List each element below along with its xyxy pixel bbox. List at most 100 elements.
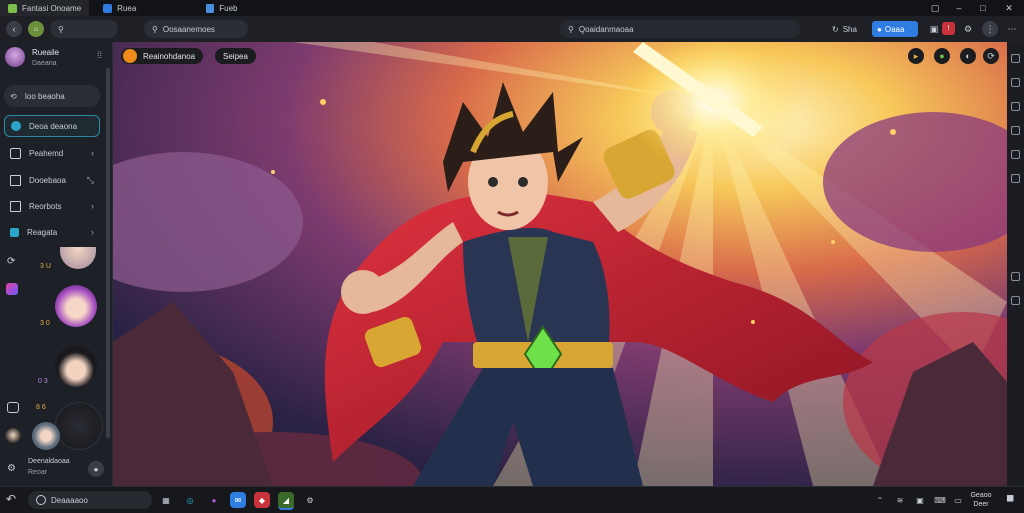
primary-button[interactable]: ● Oaaa	[872, 21, 918, 37]
media-icon[interactable]: ●	[206, 492, 222, 508]
brand-icon	[123, 49, 137, 63]
grid-icon[interactable]: ▦	[158, 492, 174, 508]
share-label: Sha	[842, 24, 857, 34]
compass-icon	[11, 121, 21, 131]
sidebar-item-square[interactable]: Dooebaoa ⤡	[4, 169, 100, 191]
title-bar: Fantasi Onoame Ruea Fueb ▢ – □ ✕	[0, 0, 1024, 16]
main-canvas: Reainohdanoa Seipea ▸ ● ◐ ⟳	[113, 42, 1007, 486]
search-icon: ⚲	[152, 24, 158, 34]
gallery-avatar[interactable]	[55, 285, 97, 327]
refresh-icon[interactable]: ⟳	[983, 48, 999, 64]
avatar[interactable]	[5, 47, 25, 67]
sidebar-search[interactable]: ⟲ Ioo beaoha	[4, 85, 100, 107]
settings-icon[interactable]: ⚙	[302, 492, 318, 508]
panel-icon[interactable]	[1011, 126, 1020, 135]
square-icon	[10, 174, 21, 186]
more-icon[interactable]: ⋯	[1004, 21, 1020, 37]
minimize-icon[interactable]: –	[948, 0, 970, 16]
chevron-right-icon: ›	[91, 148, 94, 158]
share-button[interactable]: ↻ Sha	[832, 22, 857, 36]
alert-icon[interactable]: !	[942, 22, 955, 35]
panel-icon[interactable]	[1011, 102, 1020, 111]
home-icon[interactable]: ⌂	[28, 21, 44, 37]
gallery-avatar[interactable]	[32, 422, 60, 450]
taskbar: ↶ Deaaaaoo ▦ ◎ ● ✉ ◆ ◢ ⚙ ⌃ ≋ ▣ ⌨ ▭ Geaoo…	[0, 486, 1024, 513]
scrollbar[interactable]	[106, 68, 110, 438]
book-icon	[10, 200, 21, 212]
grid-icon[interactable]: ⁞⁞	[97, 50, 102, 60]
collapse-button[interactable]: ●	[88, 461, 104, 477]
lock-icon: ⚲	[568, 24, 574, 34]
tab-label: Fantasi Onoame	[22, 3, 82, 13]
maximize-icon[interactable]: □	[972, 0, 994, 16]
gallery-caption: 3 U	[40, 263, 51, 270]
app-active-icon[interactable]: ◢	[278, 492, 294, 510]
profile-name: Rueaile	[32, 48, 60, 57]
status-chip[interactable]: Seipea	[215, 48, 256, 64]
search-icon	[36, 495, 46, 505]
tab-fueb[interactable]: Fueb	[198, 0, 245, 16]
quick-search[interactable]: ⚲	[50, 20, 118, 38]
sync-icon[interactable]: ⟳	[7, 256, 15, 267]
address-bar[interactable]: ⚲ Qoaidanmaoaa	[560, 20, 800, 38]
status-chip-label: Seipea	[223, 51, 248, 61]
chevron-up-icon[interactable]: ⌃	[872, 492, 888, 508]
panel-icon[interactable]	[1011, 272, 1020, 281]
panel-icon[interactable]	[1011, 150, 1020, 159]
taskbar-search-label: Deaaaaoo	[51, 495, 88, 505]
clock[interactable]: Geaoo Deer	[964, 491, 998, 509]
sidebar-item-calendar[interactable]: Peahemd ›	[4, 142, 100, 164]
sidebar: Rueaile Daeana ⁞⁞ ⟲ Ioo beaoha Deoa deao…	[0, 42, 113, 486]
back-icon[interactable]: ‹	[6, 21, 22, 37]
mail-icon[interactable]: ✉	[230, 492, 246, 508]
panel-icon[interactable]	[1011, 54, 1020, 63]
notification-icon[interactable]: ◼	[1006, 493, 1014, 504]
volume-icon[interactable]: ▣	[912, 492, 928, 508]
sidebar-item-label: Peahemd	[29, 148, 64, 158]
sidebar-item-book[interactable]: Reorbots ›	[4, 195, 100, 217]
pin-icon[interactable]: ▢	[924, 0, 946, 16]
palette-icon[interactable]	[6, 283, 18, 295]
taskbar-search[interactable]: Deaaaaoo	[28, 491, 152, 509]
panel-icon[interactable]	[1011, 174, 1020, 183]
gallery-caption: 0 3	[38, 378, 48, 385]
gallery-avatar[interactable]	[55, 345, 97, 387]
play-icon[interactable]: ▸	[908, 48, 924, 64]
panel-icon[interactable]	[1011, 296, 1020, 305]
close-icon[interactable]: ✕	[998, 0, 1020, 16]
panel-icon[interactable]	[1011, 78, 1020, 87]
gallery-avatar[interactable]	[60, 247, 96, 269]
content-chip[interactable]: Reainohdanoa	[121, 48, 204, 64]
sidebar-item-label: Deoa deaona	[29, 121, 78, 131]
footer-title: Deenaldaoaa	[28, 458, 70, 465]
leaf-icon[interactable]: ●	[934, 48, 950, 64]
shield-icon[interactable]: ◆	[254, 492, 270, 508]
chat-icon[interactable]	[7, 402, 19, 413]
gallery-avatar[interactable]	[55, 402, 103, 450]
keyboard-icon[interactable]: ⌨	[932, 492, 948, 508]
clock-time: Geaoo	[970, 492, 992, 499]
clock-date: Deer	[973, 501, 989, 508]
search-input-value: Oosaanemoes	[162, 24, 215, 34]
sidebar-item-discover[interactable]: Deoa deaona	[4, 115, 100, 137]
sidebar-item-label: Dooebaoa	[29, 175, 66, 185]
sidebar-item-leaf[interactable]: Reagata ›	[4, 221, 100, 243]
tab-ruea[interactable]: Ruea	[95, 0, 144, 16]
tab-app[interactable]: Fantasi Onoame	[0, 0, 90, 16]
settings-icon[interactable]: ⚙	[7, 463, 16, 474]
back-icon[interactable]: ↶	[6, 492, 16, 506]
avatar-small[interactable]	[5, 428, 21, 444]
search-input[interactable]: ⚲ Oosaanemoes	[144, 20, 248, 38]
gallery-caption: 3 0	[40, 320, 50, 327]
dot-icon[interactable]: ◐	[960, 48, 976, 64]
notification-icon[interactable]: ▣	[926, 21, 942, 37]
browser-icon[interactable]: ◎	[182, 492, 198, 508]
search-icon: ⟲	[10, 91, 17, 101]
wifi-icon[interactable]: ≋	[892, 492, 908, 508]
tab-label: Fueb	[219, 3, 238, 13]
settings-icon[interactable]: ⚙	[960, 21, 976, 37]
menu-icon[interactable]: ⋮	[982, 21, 998, 37]
chevron-right-icon: ›	[91, 227, 94, 237]
address-value: Qoaidanmaoaa	[578, 24, 634, 34]
footer-subtitle: Reoar	[28, 469, 48, 476]
